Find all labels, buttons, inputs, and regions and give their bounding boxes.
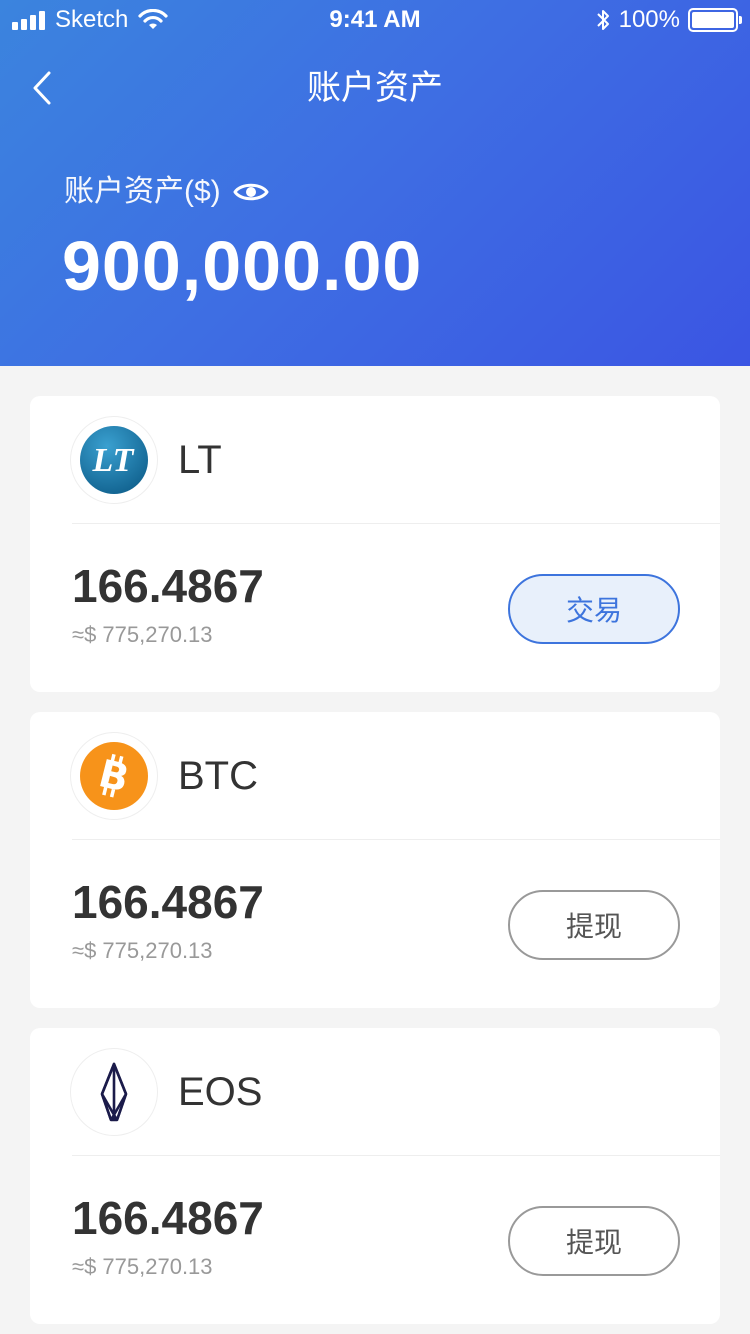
- coin-avatar: B: [70, 732, 158, 820]
- coin-name: BTC: [178, 754, 258, 798]
- coin-amount: 166.4867: [72, 876, 264, 928]
- header: Sketch 9:41 AM 100% 账户资产 账户资产($) 900,000…: [0, 0, 750, 366]
- coin-usd-value: ≈$ 775,270.13: [72, 1254, 213, 1279]
- withdraw-button[interactable]: 提现: [508, 1206, 680, 1276]
- divider: [72, 523, 720, 524]
- asset-label: 账户资产($): [64, 175, 221, 208]
- asset-label-row: 账户资产($): [64, 172, 269, 212]
- card-header: B BTC: [30, 712, 720, 840]
- total-asset-value: 900,000.00: [62, 227, 423, 305]
- divider: [72, 839, 720, 840]
- battery-percent: 100%: [618, 6, 680, 33]
- eos-icon: [100, 1062, 128, 1122]
- coin-name: LT: [178, 438, 222, 482]
- coin-name: EOS: [178, 1070, 263, 1114]
- status-bar: Sketch 9:41 AM 100%: [0, 0, 750, 40]
- page-title: 账户资产: [307, 69, 443, 107]
- card-header: EOS: [30, 1028, 720, 1156]
- asset-card-lt: LT LT 166.4867 ≈$ 775,270.13 交易: [30, 396, 720, 692]
- coin-avatar: [70, 1048, 158, 1136]
- svg-text:LT: LT: [92, 442, 135, 479]
- battery-icon: [688, 8, 742, 32]
- asset-card-btc: B BTC 166.4867 ≈$ 775,270.13 提现: [30, 712, 720, 1008]
- lt-coin-icon: LT: [80, 426, 148, 494]
- battery-fill: [692, 12, 734, 28]
- asset-card-eos: EOS 166.4867 ≈$ 775,270.13 提现: [30, 1028, 720, 1324]
- withdraw-button[interactable]: 提现: [508, 890, 680, 960]
- coin-amount: 166.4867: [72, 1192, 264, 1244]
- coin-usd-value: ≈$ 775,270.13: [72, 938, 213, 963]
- status-right: 100%: [595, 6, 742, 34]
- card-header: LT LT: [30, 396, 720, 524]
- coin-amount: 166.4867: [72, 560, 264, 612]
- eye-toggle-button[interactable]: [233, 178, 269, 206]
- coin-avatar: LT: [70, 416, 158, 504]
- coin-usd-value: ≈$ 775,270.13: [72, 622, 213, 647]
- trade-button[interactable]: 交易: [508, 574, 680, 644]
- divider: [72, 1155, 720, 1156]
- bluetooth-icon: [596, 10, 609, 30]
- bitcoin-icon: B: [80, 742, 148, 810]
- eye-icon: [233, 183, 269, 201]
